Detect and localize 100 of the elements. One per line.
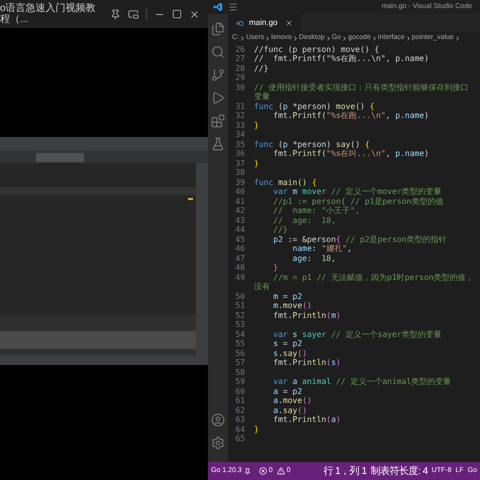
line-number: 29 <box>234 73 246 82</box>
error-icon <box>258 467 267 475</box>
code-line: age: 18, <box>292 254 337 263</box>
code-line: a.move() <box>272 396 313 406</box>
line-number: 63 <box>234 415 246 424</box>
line-number: 48 <box>234 263 246 272</box>
code-line: p2 := &person{ // p2是person类型的指针 <box>272 234 448 244</box>
code-line: // age: 18, <box>272 216 337 225</box>
code-line: fmt.Println(s) <box>272 358 342 368</box>
line-number: 42 <box>234 206 246 216</box>
code-line: var s sayer // 定义一个sayer类型的变量 <box>272 330 443 339</box>
line-number: 43 <box>234 216 246 225</box>
window-title: o语言急速入门视频教程（... <box>0 3 97 25</box>
close-icon[interactable] <box>285 19 294 27</box>
code-line: fmt.Printf("%s在叫...\n", p.name) <box>272 149 430 158</box>
menu-icon[interactable] <box>228 2 238 12</box>
code-line: a = p2 <box>272 386 304 396</box>
line-number: 62 <box>234 406 246 415</box>
code-line: func (p *person) move() { <box>253 102 376 111</box>
line-number: 57 <box>234 358 246 368</box>
line-number: 38 <box>234 168 246 178</box>
code-line: //} <box>253 64 270 73</box>
chevron-icon <box>292 34 299 42</box>
warning-icon <box>276 467 285 475</box>
line-number: 37 <box>234 158 246 168</box>
line-number: 44 <box>234 225 246 234</box>
code-line: //func (p person) move() { <box>253 44 380 54</box>
line-number: 32 <box>234 111 246 120</box>
picture-in-picture-icon[interactable] <box>128 8 139 20</box>
code-line: // fmt.Printf("%s在跑...\n", p.name) <box>253 54 430 64</box>
line-number: 47 <box>234 254 246 263</box>
chevron-icon <box>239 34 246 42</box>
account-icon[interactable] <box>211 413 225 427</box>
code-line: } <box>253 120 260 130</box>
code-line: // 使用指针接受者实现接口：只有类型指针能够保存到接口变量 <box>253 82 470 102</box>
chevron-icon <box>340 34 348 42</box>
search-icon[interactable] <box>211 45 225 59</box>
line-number: 61 <box>234 396 246 406</box>
line-number: 51 <box>234 301 246 310</box>
maximize-icon[interactable] <box>172 9 182 19</box>
run-icon[interactable] <box>211 91 225 105</box>
flask-icon[interactable] <box>211 137 225 151</box>
line-number: 33 <box>234 120 246 130</box>
code-line: } <box>253 158 260 168</box>
code-line: m.move() <box>272 301 313 310</box>
editor-tab[interactable]: main.go <box>228 14 302 32</box>
line-number: 46 <box>234 244 246 254</box>
line-number: 49 <box>234 272 246 284</box>
close-icon[interactable] <box>189 8 200 20</box>
code-line: a.say() <box>272 406 308 415</box>
go-file-icon <box>236 20 245 26</box>
line-number: 41 <box>234 196 246 206</box>
line-number: 36 <box>234 149 246 158</box>
status-item[interactable]: 行 1，列 1 <box>323 464 367 478</box>
chevron-icon <box>370 34 378 42</box>
blocks-icon[interactable] <box>211 114 225 128</box>
code-line: func (p *person) say() { <box>253 140 371 149</box>
code-line: s.say() <box>272 348 308 358</box>
status-item[interactable]: 制表符长度: 4 <box>370 464 428 478</box>
code-line: var a animal // 定义一个animal类型的变量 <box>272 377 452 386</box>
line-number: 60 <box>234 386 246 396</box>
code-line: fmt.Println(m) <box>272 310 342 320</box>
chevron-icon <box>404 34 412 42</box>
code-line: //m = p1 // 无法赋值，因为p1时person类型的值，没有 <box>253 272 475 292</box>
line-number: 45 <box>234 234 246 244</box>
line-number: 50 <box>234 292 246 301</box>
line-number: 52 <box>234 310 246 320</box>
line-number: 53 <box>234 320 246 330</box>
code-line: } <box>272 263 280 272</box>
line-number: 65 <box>234 434 246 444</box>
line-number: 34 <box>234 130 246 140</box>
code-line: fmt.Println(a) <box>272 415 342 424</box>
code-line: name: "娜扎", <box>292 244 353 254</box>
line-number: 59 <box>234 377 246 386</box>
code-line: s = p2 <box>272 339 304 348</box>
files-icon[interactable] <box>211 22 225 36</box>
line-number: 39 <box>234 178 246 187</box>
line-number: 27 <box>234 54 246 64</box>
line-number: 56 <box>234 348 246 358</box>
chevron-icon <box>454 34 461 42</box>
settings-icon[interactable] <box>211 436 225 450</box>
code-line: fmt.Printf("%s在跑...\n", p.name) <box>272 111 430 120</box>
code-line: } <box>253 424 260 434</box>
pin-icon <box>244 468 251 474</box>
code-line: //p1 := person{ // p1是person类型的值 <box>272 196 444 206</box>
line-number: 31 <box>234 102 246 111</box>
pin-icon[interactable] <box>110 8 121 20</box>
branch-icon[interactable] <box>211 68 225 82</box>
chevron-icon <box>324 34 332 42</box>
line-number: 64 <box>234 424 246 434</box>
code-line: func main() { <box>253 178 318 187</box>
logo-icon <box>213 2 223 12</box>
code-line: var m mover // 定义一个mover类型的变量 <box>272 187 443 196</box>
line-number: 30 <box>234 82 246 94</box>
code-line: // name: "小王子", <box>272 206 361 216</box>
line-number: 35 <box>234 140 246 149</box>
line-number: 54 <box>234 330 246 339</box>
line-number: 55 <box>234 339 246 348</box>
code-line: //} <box>272 225 289 234</box>
chevron-icon <box>264 34 272 42</box>
